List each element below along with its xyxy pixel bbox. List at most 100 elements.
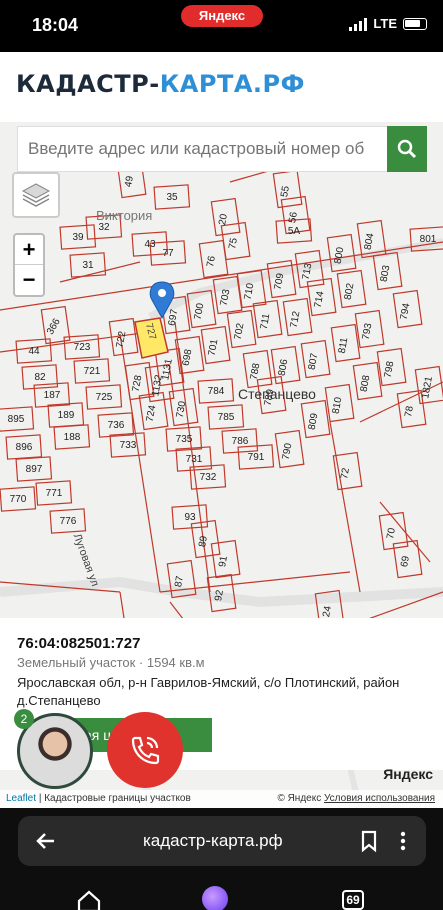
parcel-number-label[interactable]: 786 xyxy=(232,436,249,447)
parcel-number-label[interactable]: 77 xyxy=(162,248,174,259)
parcel-number-label[interactable]: 770 xyxy=(10,494,27,505)
parcel-number-label[interactable]: 44 xyxy=(28,346,40,357)
parcel-number-label[interactable]: 794 xyxy=(399,302,413,321)
parcel-number-label[interactable]: 722 xyxy=(115,330,129,349)
parcel-number-label[interactable]: 798 xyxy=(383,360,397,379)
map-attribution: Leaflet | Кадастровые границы участков ©… xyxy=(0,790,443,808)
leaflet-link[interactable]: Leaflet xyxy=(6,793,36,804)
parcel-address: Ярославская обл, р-н Гаврилов-Ямский, с/… xyxy=(17,675,400,708)
parcel-number-label[interactable]: 20 xyxy=(217,213,230,226)
parcel-number-label[interactable]: 725 xyxy=(96,392,113,403)
parcel-number-label[interactable]: 701 xyxy=(207,338,221,357)
parcel-number-label[interactable]: 72 xyxy=(339,467,352,480)
parcel-number-label[interactable]: 70 xyxy=(385,527,398,540)
parcel-number-label[interactable]: 39 xyxy=(72,232,84,243)
parcel-number-label[interactable]: 43 xyxy=(144,239,156,250)
parcel-number-label[interactable]: 5A xyxy=(288,226,301,237)
parcel-number-label[interactable]: 75 xyxy=(227,237,240,250)
parcel-number-label[interactable]: 790 xyxy=(281,442,295,461)
parcel-number-label[interactable]: 32 xyxy=(98,222,110,233)
parcel-number-label[interactable]: 803 xyxy=(379,264,393,283)
status-bar: 18:04 Яндекс LTE xyxy=(0,0,443,52)
parcel-number-label[interactable]: 807 xyxy=(307,352,321,371)
parcel-number-label[interactable]: 730 xyxy=(175,400,189,419)
parcel-number-label[interactable]: 31 xyxy=(82,260,94,271)
yandex-map-logo: Яндекс xyxy=(383,766,433,782)
parcel-number-label[interactable]: 895 xyxy=(8,414,25,425)
site-header: КАДАСТР-КАРТА.РФ xyxy=(0,52,443,122)
parcel-number-label[interactable]: 82 xyxy=(34,372,46,383)
parcel-number-label[interactable]: 788 xyxy=(249,362,263,381)
parcel-number-label[interactable]: 733 xyxy=(120,440,137,451)
url-bar[interactable]: кадастр-карта.рф xyxy=(18,816,426,866)
parcel-number-label[interactable]: 709 xyxy=(273,272,287,291)
parcel-number-label[interactable]: 804 xyxy=(363,232,377,251)
parcel-number-label[interactable]: 728 xyxy=(131,374,145,393)
parcel-number-label[interactable]: 896 xyxy=(16,442,33,453)
parcel-number-label[interactable]: 810 xyxy=(331,396,345,415)
parcel-number-label[interactable]: 698 xyxy=(181,348,195,367)
search-input[interactable] xyxy=(17,126,387,172)
parcel-number-label[interactable]: 732 xyxy=(200,472,217,483)
parcel-number-label[interactable]: 784 xyxy=(208,386,225,397)
parcel-number-label[interactable]: 736 xyxy=(108,420,125,431)
parcel-number-label[interactable]: 55 xyxy=(279,185,292,198)
parcel-number-label[interactable]: 188 xyxy=(64,432,81,443)
yandex-pill[interactable]: Яндекс xyxy=(181,5,263,27)
parcel-number-label[interactable]: 49 xyxy=(123,175,136,188)
bookmark-icon xyxy=(361,830,377,853)
parcel-number-label[interactable]: 76 xyxy=(205,255,218,268)
parcel-number-label[interactable]: 93 xyxy=(184,512,196,523)
parcel-number-label[interactable]: 711 xyxy=(259,312,273,330)
parcel-number-label[interactable]: 710 xyxy=(243,282,257,301)
parcel-number-label[interactable]: 1821 xyxy=(420,375,435,399)
parcel-number-label[interactable]: 189 xyxy=(58,410,75,421)
call-button[interactable] xyxy=(107,712,183,788)
parcel-number-label[interactable]: 791 xyxy=(248,452,265,463)
status-indicators: LTE xyxy=(349,16,427,31)
zoom-out-button[interactable]: − xyxy=(15,265,43,295)
parcel-number-label[interactable]: 724 xyxy=(145,404,159,423)
parcel-number-label[interactable]: 785 xyxy=(218,412,235,423)
parcel-number-label[interactable]: 89 xyxy=(197,535,210,548)
parcel-number-label[interactable]: 721 xyxy=(84,366,101,377)
parcel-number-label[interactable]: 92 xyxy=(213,589,226,602)
terms-link[interactable]: Условия использования xyxy=(324,793,435,804)
parcel-number-label[interactable]: 91 xyxy=(217,555,230,568)
parcel-number-label[interactable]: 712 xyxy=(289,310,303,329)
search-button[interactable] xyxy=(387,126,427,172)
parcel-number-label[interactable]: 714 xyxy=(313,290,327,309)
parcel-number-label[interactable]: 35 xyxy=(166,192,178,203)
alice-icon[interactable] xyxy=(202,886,228,910)
parcel-number-label[interactable]: 771 xyxy=(46,488,63,499)
parcel-number-label[interactable]: 802 xyxy=(343,282,357,301)
layers-button[interactable] xyxy=(12,172,60,218)
parcel-number-label[interactable]: 731 xyxy=(186,454,203,465)
parcel-number-label[interactable]: 808 xyxy=(359,374,373,393)
parcel-number-label[interactable]: 801 xyxy=(420,234,437,245)
parcel-number-label[interactable]: 187 xyxy=(44,390,61,401)
parcel-number-label[interactable]: 793 xyxy=(361,322,375,341)
parcel-number-label[interactable]: 703 xyxy=(219,288,233,307)
parcel-number-label[interactable]: 78 xyxy=(403,405,416,418)
parcel-number-label[interactable]: 56 xyxy=(287,211,300,224)
parcel-number-label[interactable]: 735 xyxy=(176,434,193,445)
tabs-counter[interactable]: 69 xyxy=(342,890,364,910)
parcel-number-label[interactable]: 87 xyxy=(173,575,186,588)
parcel-number-label[interactable]: 776 xyxy=(60,516,77,527)
parcel-number-label[interactable]: 723 xyxy=(74,342,91,353)
parcel-number-label[interactable]: 69 xyxy=(399,555,412,568)
parcel-number-label[interactable]: 700 xyxy=(193,302,207,321)
parcel-number-label[interactable]: 809 xyxy=(307,412,321,431)
parcel-number-label[interactable]: 806 xyxy=(277,358,291,377)
parcel-number-label[interactable]: 811 xyxy=(337,336,351,354)
parcel-number-label[interactable]: 24 xyxy=(321,605,334,618)
url-text[interactable]: кадастр-карта.рф xyxy=(143,831,283,851)
site-logo[interactable]: КАДАСТР-КАРТА.РФ xyxy=(16,70,305,98)
zoom-in-button[interactable]: + xyxy=(15,235,43,265)
parcel-number-label[interactable]: 713 xyxy=(301,262,315,281)
parcel-number-label[interactable]: 366 xyxy=(45,316,63,336)
parcel-number-label[interactable]: 697 xyxy=(167,308,181,327)
parcel-number-label[interactable]: 702 xyxy=(233,322,247,341)
parcel-number-label[interactable]: 897 xyxy=(26,464,43,475)
